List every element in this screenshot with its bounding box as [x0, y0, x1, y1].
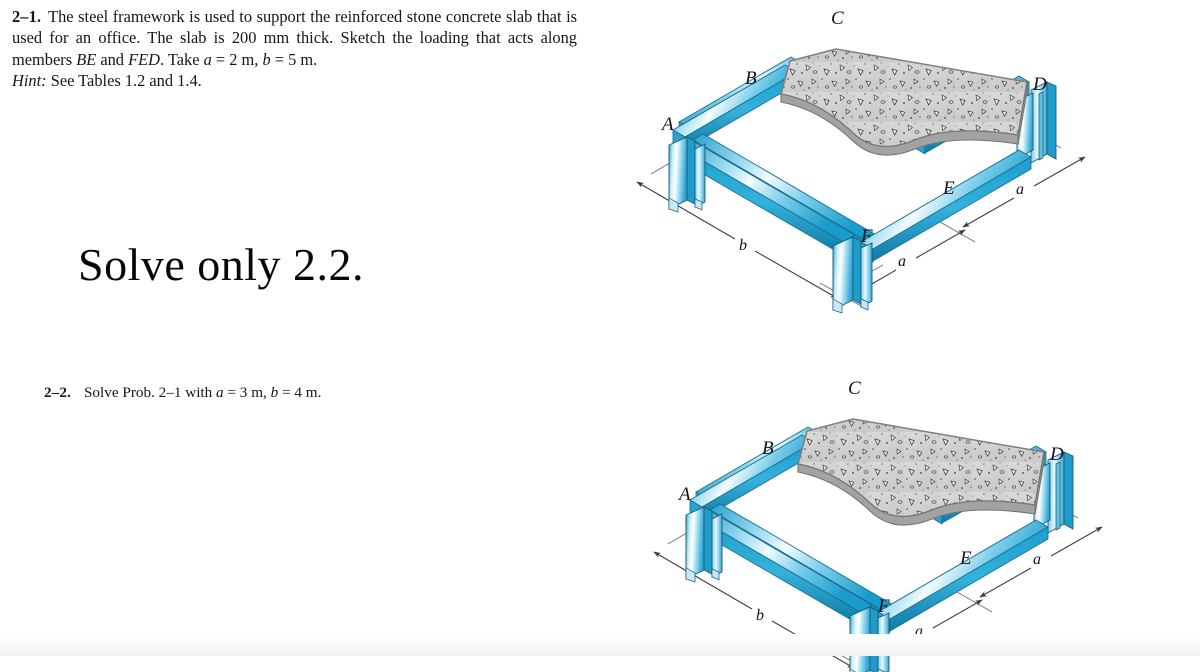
- page-bottom-edge: [0, 634, 1200, 656]
- figure-label-f: F: [877, 596, 890, 617]
- beam-af: [697, 510, 873, 626]
- problem-2-1-value-a: = 2 m,: [211, 49, 259, 69]
- figure-label-b: B: [745, 68, 757, 89]
- beam-df: [877, 519, 1049, 633]
- figure-label-f: F: [860, 226, 873, 247]
- figure-label-c: C: [848, 378, 861, 399]
- concrete-slab: [780, 48, 1028, 156]
- beam-ad-top: [689, 434, 815, 522]
- problem-2-1-hint-text: See Tables 1.2 and 1.4.: [46, 70, 202, 90]
- problem-2-2-value-b: = 4 m.: [278, 384, 322, 401]
- dimension-label-b: b: [739, 237, 747, 254]
- framework-figure-2-2: b a a A B C D E F: [632, 372, 1192, 672]
- figure-label-d: D: [1049, 444, 1064, 465]
- problem-2-1-member-fed: FED: [128, 49, 160, 69]
- problem-2-2-var-a: a: [216, 384, 224, 401]
- dimension-label-a-back: a: [1016, 181, 1024, 198]
- column-a: [685, 506, 723, 583]
- figure-label-e: E: [942, 178, 955, 199]
- problem-2-1-conjunction: and: [96, 49, 129, 69]
- solve-only-annotation: Solve only 2.2.: [78, 239, 365, 290]
- problem-2-1-var-b: b: [262, 49, 271, 69]
- problem-2-1-number: 2–1.: [12, 7, 42, 26]
- figure-label-a: A: [660, 114, 674, 135]
- problem-2-1-block: 2–1. The steel framework is used to suppo…: [12, 6, 577, 91]
- dimension-label-a-back: a: [1033, 551, 1041, 568]
- dimension-label-a-front: a: [898, 253, 906, 270]
- figure-label-e: E: [959, 548, 972, 569]
- figure-label-a: A: [677, 484, 691, 505]
- problem-2-2-text: Solve Prob. 2–1 with: [83, 384, 217, 401]
- problem-2-1-var-a: a: [203, 49, 212, 69]
- problem-2-1-value-b: = 5 m.: [270, 49, 318, 69]
- problem-2-2-block: 2–2. Solve Prob. 2–1 with a = 3 m, b = 4 …: [44, 383, 584, 403]
- problem-2-2-value-a: = 3 m,: [223, 384, 271, 401]
- beam-df: [860, 149, 1032, 263]
- problem-2-1-take: . Take: [159, 49, 204, 69]
- framework-figure-2-1: b a a A B C D E F: [615, 2, 1175, 314]
- problem-2-1-member-be: BE: [76, 49, 97, 69]
- column-a: [668, 136, 706, 213]
- figure-label-b: B: [762, 438, 774, 459]
- beam-ad-top: [672, 64, 798, 152]
- problem-2-1-hint-label: Hint:: [12, 70, 47, 90]
- concrete-slab: [797, 418, 1045, 526]
- problem-2-2-number: 2–2.: [44, 384, 71, 401]
- beam-af: [680, 140, 856, 256]
- dimension-label-b: b: [756, 607, 764, 624]
- figure-label-d: D: [1032, 74, 1047, 95]
- figure-label-c: C: [831, 8, 844, 29]
